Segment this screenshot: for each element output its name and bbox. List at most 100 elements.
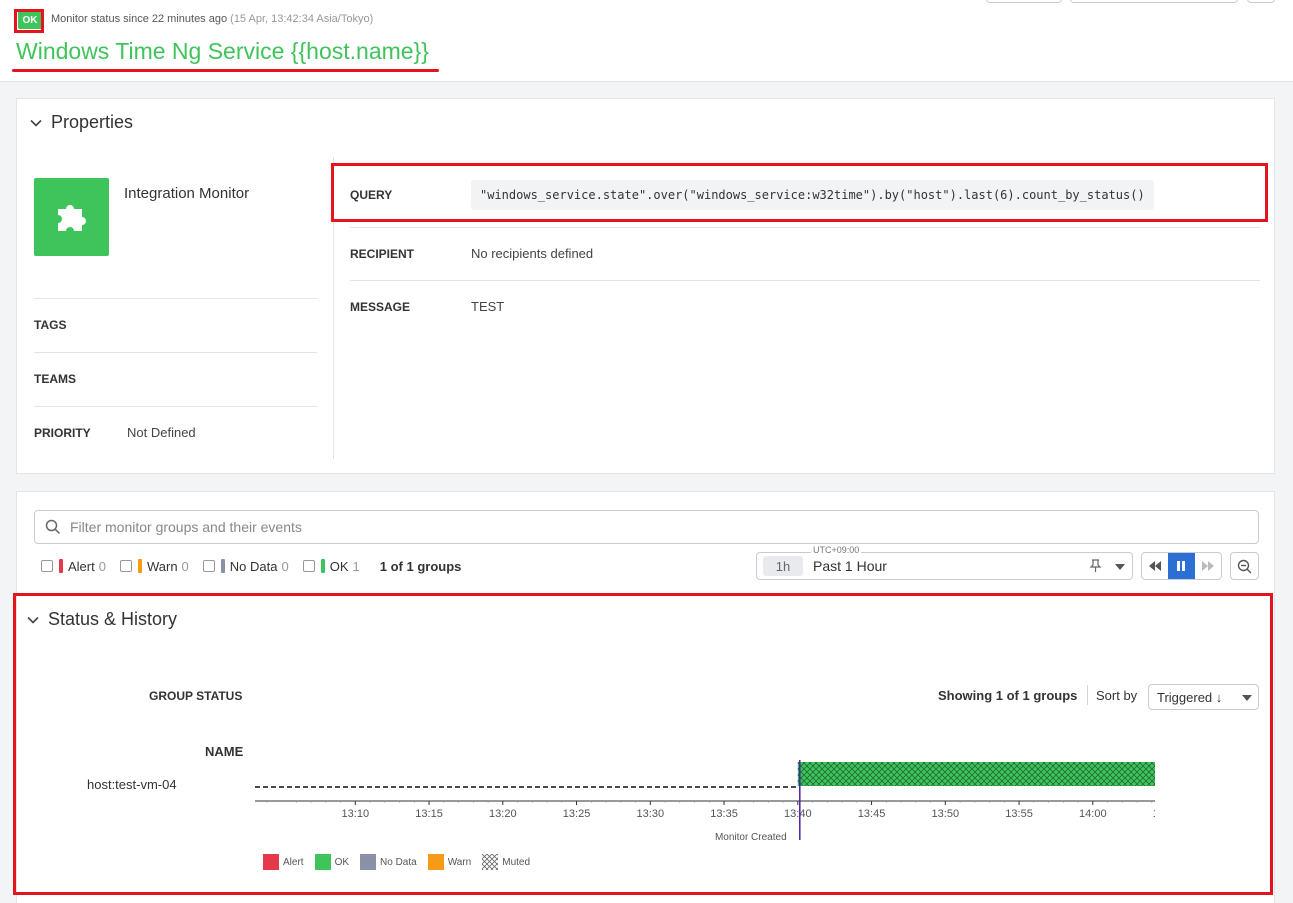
ok-color-bar (320, 559, 325, 573)
divider (350, 280, 1260, 281)
teams-label: TEAMS (34, 372, 76, 386)
zoom-out-icon (1237, 559, 1252, 573)
filter-warn[interactable]: Warn 0 (119, 559, 189, 574)
status-timeline[interactable]: 13:10 13:15 13:20 13:25 13:30 13:35 13:40 13:45… (255, 760, 1155, 852)
pin-icon[interactable] (1089, 559, 1102, 573)
status-since-text: Monitor status since 22 minutes ago (15 … (51, 13, 373, 25)
legend-swatch (482, 854, 499, 870)
recipient-label: RECIPIENT (350, 247, 415, 261)
time-range-picker[interactable]: 1h Past 1 Hour (756, 552, 1133, 580)
properties-panel: Properties Integration Monitor TAGS TEAM… (16, 98, 1275, 474)
checkbox[interactable] (41, 560, 53, 572)
filter-count: 1 (352, 558, 360, 574)
legend-muted: Muted (482, 854, 530, 870)
axis-tick-label: 13:40 (784, 808, 812, 820)
recipient-value: No recipients defined (471, 246, 594, 261)
monitor-groups-panel: Filter monitor groups and their events A… (16, 491, 1275, 903)
group-host-name[interactable]: host:test-vm-04 (87, 777, 177, 792)
timeline-legend: Alert OK No Data Warn Muted (263, 854, 541, 870)
checkbox[interactable] (302, 560, 315, 572)
legend-label: OK (334, 856, 350, 868)
pause-button[interactable] (1168, 553, 1195, 579)
zoom-out-button[interactable] (1230, 552, 1259, 580)
status-duration: Monitor status since 22 minutes ago (51, 13, 228, 25)
timezone-label: UTC+09:00 (811, 545, 862, 555)
legend-label: Muted (502, 856, 531, 868)
legend-alert: Alert (263, 854, 304, 870)
divider (34, 352, 317, 353)
legend-swatch (314, 854, 331, 870)
time-range-label: Past 1 Hour (813, 558, 887, 574)
monitor-type-label: Integration Monitor (124, 185, 250, 202)
axis-tick-label: 13:35 (710, 808, 738, 820)
no-data-color-bar (220, 559, 225, 573)
header-split-button[interactable] (1070, 0, 1238, 3)
chevron-down-icon (1242, 695, 1252, 701)
legend-label: No Data (380, 856, 417, 868)
axis-tick-label: 13:15 (415, 808, 443, 820)
divider (34, 406, 317, 407)
legend-label: Warn (447, 856, 472, 868)
warn-color-bar (137, 559, 142, 573)
axis-tick-label: 14:05 (1153, 808, 1155, 820)
legend-warn: Warn (427, 854, 472, 870)
sort-by-label: Sort by (1096, 688, 1138, 703)
column-divider (333, 157, 334, 459)
sort-value: Triggered ↓ (1157, 689, 1223, 705)
axis-tick-label: 13:25 (563, 808, 591, 820)
annotation-underline-title (12, 69, 439, 72)
legend-swatch (263, 854, 279, 870)
time-range-pill: 1h (763, 556, 803, 576)
status-timestamp: (15 Apr, 13:42:34 Asia/Tokyo) (230, 13, 374, 25)
status-history-title: Status & History (48, 609, 178, 629)
rewind-icon (1149, 561, 1162, 571)
status-history-toggle[interactable]: Status & History (26, 609, 177, 630)
header-button[interactable] (986, 0, 1062, 3)
chevron-down-icon (27, 616, 39, 624)
filter-label: No Data (229, 558, 278, 574)
legend-ok: OK (314, 854, 350, 870)
pause-icon (1177, 561, 1186, 571)
filter-alert[interactable]: Alert 0 (41, 559, 106, 574)
showing-count: Showing 1 of 1 groups (938, 688, 1078, 703)
rewind-button[interactable] (1142, 553, 1168, 579)
axis-tick-label: 13:10 (342, 808, 370, 820)
legend-swatch (360, 854, 377, 870)
alert-color-bar (59, 559, 63, 573)
fast-forward-button[interactable] (1195, 553, 1221, 579)
search-icon (45, 519, 61, 535)
filter-no-data[interactable]: No Data 0 (202, 558, 289, 574)
sort-select[interactable]: Triggered ↓ (1148, 684, 1259, 710)
axis-tick-label: 13:30 (637, 808, 665, 820)
legend-swatch (427, 854, 444, 870)
message-label: MESSAGE (350, 300, 411, 314)
query-label: QUERY (350, 188, 393, 202)
filter-input[interactable]: Filter monitor groups and their events (34, 510, 1259, 544)
checkbox[interactable] (119, 560, 132, 572)
filter-count: 0 (98, 558, 106, 574)
axis-tick-label: 13:20 (489, 808, 517, 820)
fast-forward-icon (1201, 561, 1214, 571)
page-title: Windows Time Ng Service {{host.name}} (16, 38, 429, 64)
axis-tick-label: 14:00 (1079, 808, 1107, 820)
filter-ok[interactable]: OK 1 (302, 558, 360, 574)
priority-value: Not Defined (127, 425, 196, 440)
legend-no-data: No Data (360, 854, 417, 870)
monitor-created-label: Monitor Created (715, 832, 787, 843)
checkbox[interactable] (202, 560, 215, 572)
query-code-block[interactable]: "windows_service.state".over("windows_se… (471, 180, 1154, 210)
properties-toggle[interactable]: Properties (29, 112, 133, 133)
chevron-down-icon[interactable] (1115, 564, 1125, 570)
playback-controls (1141, 552, 1222, 580)
filter-label: OK (329, 558, 349, 574)
header-more-button[interactable] (1247, 0, 1275, 3)
name-column-header: NAME (205, 744, 244, 759)
priority-label: PRIORITY (34, 426, 91, 440)
divider (34, 298, 317, 299)
axis-tick-label: 13:50 (932, 808, 960, 820)
legend-label: Alert (283, 856, 304, 868)
axis-tick-label: 13:55 (1005, 808, 1033, 820)
properties-title: Properties (51, 112, 134, 132)
ok-status-bar-hatch (797, 762, 1155, 786)
integration-icon-tile (34, 178, 109, 256)
